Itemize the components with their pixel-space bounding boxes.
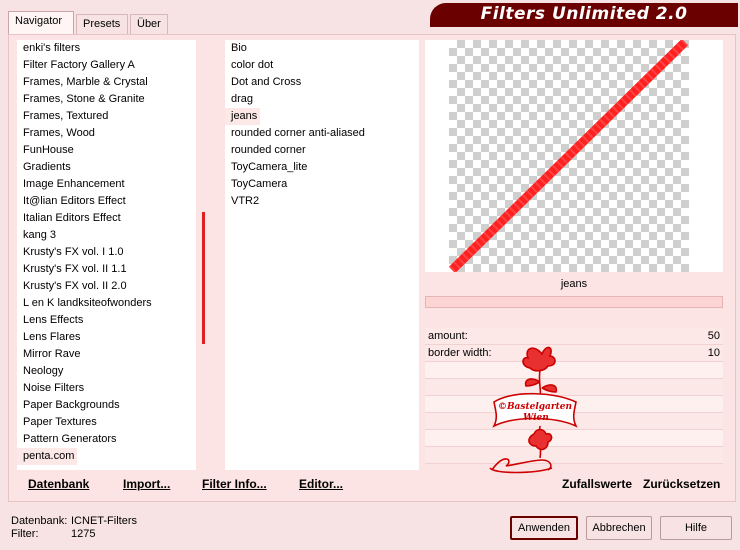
category-list-item[interactable]: Neology — [17, 363, 196, 380]
filter-list-item[interactable]: Bio — [225, 40, 419, 57]
category-list-item[interactable]: Pattern Generators — [17, 431, 196, 448]
filter-list-item[interactable]: ToyCamera — [225, 176, 419, 193]
filter-info-button[interactable]: Filter Info... — [202, 477, 267, 491]
category-list-item[interactable]: Krusty's FX vol. II 1.1 — [17, 261, 196, 278]
footer-db-value: ICNET-Filters — [71, 515, 137, 527]
filter-list-item[interactable]: color dot — [225, 57, 419, 74]
category-scroll-thumb[interactable] — [202, 212, 205, 344]
category-list-item[interactable]: Frames, Textured — [17, 108, 196, 125]
category-list-item[interactable]: Paper Textures — [17, 414, 196, 431]
category-list-item[interactable]: Paper Backgrounds — [17, 397, 196, 414]
footer-filter-value: 1275 — [71, 528, 96, 540]
category-list-item[interactable]: Mirror Rave — [17, 346, 196, 363]
tab-ueber[interactable]: Über — [130, 14, 168, 34]
category-list-item[interactable]: FunHouse — [17, 142, 196, 159]
cancel-button[interactable]: Abbrechen — [586, 516, 652, 540]
category-list-item[interactable]: Italian Editors Effect — [17, 210, 196, 227]
category-scrollbar[interactable] — [202, 40, 208, 470]
watermark-text-2: Wien — [523, 413, 549, 423]
editor-button[interactable]: Editor... — [299, 477, 343, 491]
preview-filter-bar — [425, 296, 723, 308]
filter-list-item[interactable]: jeans — [225, 108, 261, 125]
filter-list-item[interactable]: Dot and Cross — [225, 74, 419, 91]
filter-list-item[interactable]: ToyCamera_lite — [225, 159, 419, 176]
zuruecksetzen-button[interactable]: Zurücksetzen — [643, 477, 720, 491]
category-list-item[interactable]: Noise Filters — [17, 380, 196, 397]
param-amount-value[interactable]: 50 — [708, 330, 720, 342]
preview-image — [449, 40, 689, 272]
category-list-item[interactable]: Lens Flares — [17, 329, 196, 346]
param-border-width-value[interactable]: 10 — [708, 347, 720, 359]
title-banner: Filters Unlimited 2.0 — [430, 3, 738, 27]
app-title: Filters Unlimited 2.0 — [480, 4, 688, 24]
apply-button[interactable]: Anwenden — [510, 516, 578, 540]
filter-list-item[interactable]: rounded corner — [225, 142, 419, 159]
footer-filter-label: Filter: — [11, 528, 39, 540]
watermark-text-1: ©Bastelgarten — [498, 402, 572, 412]
category-list-item[interactable]: Frames, Stone & Granite — [17, 91, 196, 108]
category-list-item[interactable]: Krusty's FX vol. II 2.0 — [17, 278, 196, 295]
category-list-item[interactable]: Image Enhancement — [17, 176, 196, 193]
tab-bar: Navigator Presets Über — [8, 10, 428, 34]
category-list-item[interactable]: kang 3 — [17, 227, 196, 244]
category-list-item[interactable]: penta.com — [17, 448, 78, 465]
watermark-logo: ©Bastelgarten Wien — [489, 346, 578, 474]
zufallswerte-button[interactable]: Zufallswerte — [562, 477, 632, 491]
filter-list-item[interactable]: rounded corner anti-aliased — [225, 125, 419, 142]
help-button[interactable]: Hilfe — [660, 516, 732, 540]
category-list-item[interactable]: Lens Effects — [17, 312, 196, 329]
category-list-item[interactable]: Filter Factory Gallery A — [17, 57, 196, 74]
category-list[interactable]: enki's filters Filter Factory Gallery A Fr… — [17, 40, 196, 470]
param-amount-label: amount: — [428, 330, 468, 342]
filter-list[interactable]: Bio color dot Dot and Cross drag jeans rounde… — [225, 40, 419, 470]
category-list-item[interactable]: Gradients — [17, 159, 196, 176]
category-list-item[interactable]: It@lian Editors Effect — [17, 193, 196, 210]
category-list-item[interactable]: Krusty's FX vol. I 1.0 — [17, 244, 196, 261]
datenbank-button[interactable]: Datenbank — [28, 477, 89, 491]
category-list-item[interactable]: L en K landksiteofwonders — [17, 295, 196, 312]
preview-diagonal-line — [449, 40, 689, 272]
tab-presets[interactable]: Presets — [76, 14, 128, 34]
category-list-item[interactable]: Frames, Wood — [17, 125, 196, 142]
category-list-item[interactable]: Frames, Marble & Crystal — [17, 74, 196, 91]
param-border-width-label: border width: — [428, 347, 492, 359]
footer-db-label: Datenbank: — [11, 515, 68, 527]
filter-list-item[interactable]: VTR2 — [225, 193, 419, 210]
category-list-item[interactable]: enki's filters — [17, 40, 196, 57]
filter-list-item[interactable]: drag — [225, 91, 419, 108]
tab-navigator[interactable]: Navigator — [8, 11, 74, 34]
preview-filter-name: jeans — [560, 278, 588, 290]
import-button[interactable]: Import... — [123, 477, 170, 491]
